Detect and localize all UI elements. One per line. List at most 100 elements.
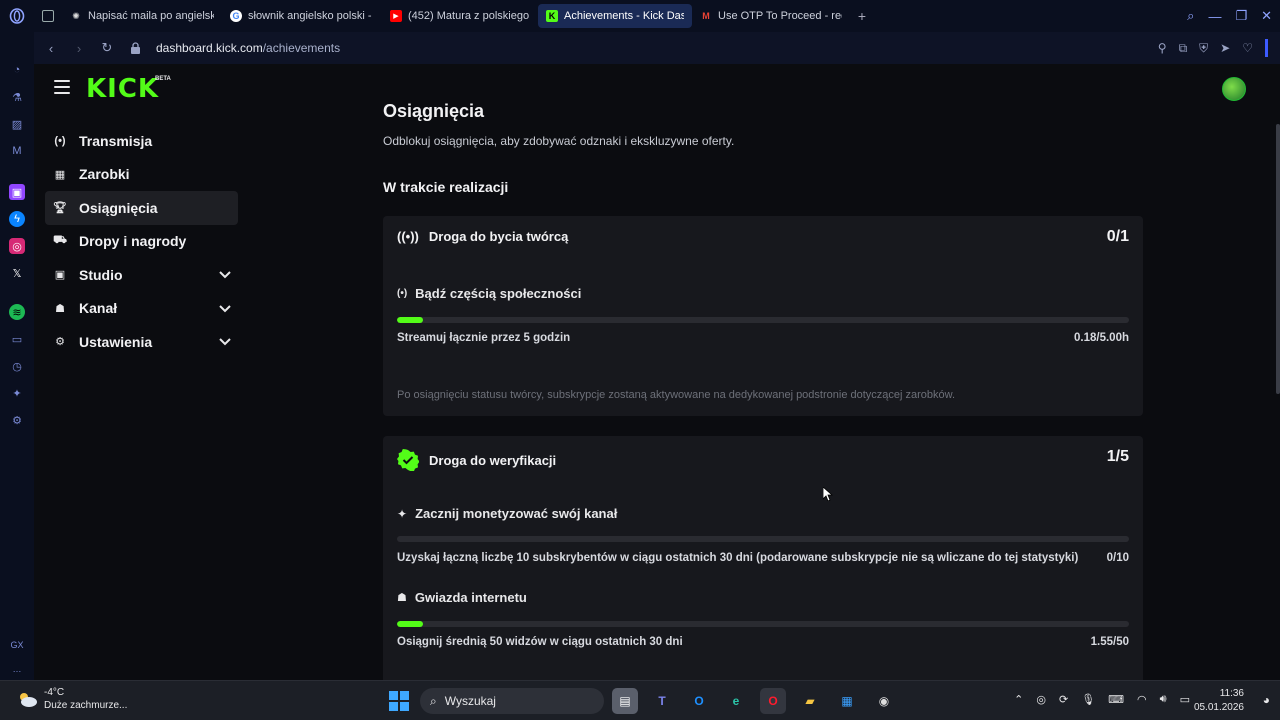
- shield-icon[interactable]: ⛨: [1199, 41, 1208, 56]
- files-icon[interactable]: ▤: [612, 688, 638, 714]
- ai-tools-icon[interactable]: ⚗: [9, 89, 25, 105]
- kick-logo[interactable]: KICK: [86, 74, 159, 104]
- address-bar: ‹ › ↻ dashboard.kick.com/achievements ⚲ …: [34, 32, 1280, 64]
- maximize-icon[interactable]: ❐: [1235, 8, 1247, 24]
- x-icon[interactable]: 𝕏: [9, 265, 25, 281]
- opera-menu-icon[interactable]: [0, 0, 34, 32]
- gmail-icon: M: [702, 11, 710, 21]
- gx-icon[interactable]: GX: [10, 640, 23, 650]
- sidebar-item-osiagniecia[interactable]: 🏆︎ Osiągnięcia: [45, 191, 238, 225]
- sidebar-toggle-icon[interactable]: [1265, 39, 1268, 57]
- sidebar-item-dropy[interactable]: ⛟ Dropy i nagrody: [45, 225, 238, 259]
- wifi-icon[interactable]: ◠: [1137, 693, 1147, 706]
- chevron-down-icon[interactable]: [218, 267, 232, 281]
- opera-tray-icon[interactable]: ◎: [1036, 693, 1046, 706]
- browser-tab-bar: ✺ Napisać maila po angielsk G słownik an…: [0, 0, 1280, 32]
- outlook-icon[interactable]: O: [686, 688, 712, 714]
- back-icon[interactable]: ‹: [40, 37, 62, 59]
- obs-icon[interactable]: ◉: [871, 688, 897, 714]
- chevron-down-icon[interactable]: [218, 334, 232, 348]
- messenger-icon[interactable]: ϟ: [9, 211, 25, 227]
- twitch-icon[interactable]: ▣: [9, 184, 25, 200]
- windows-taskbar: -4°C Duże zachmurze... ⌕ Wyszukaj ▤ T O …: [0, 680, 1280, 720]
- settings-gear-icon[interactable]: ⚙: [9, 412, 25, 428]
- sidebar-item-kanal[interactable]: ☗ Kanał: [45, 292, 238, 326]
- send-icon[interactable]: ➤: [1220, 41, 1230, 55]
- snapshot-icon[interactable]: ⧉: [1179, 41, 1188, 56]
- weather-widget[interactable]: -4°C Duże zachmurze...: [16, 686, 127, 712]
- weather-desc: Duże zachmurze...: [44, 700, 128, 711]
- kick-topbar: KICK BETA: [34, 64, 1280, 114]
- card-title: Droga do bycia twórcą: [428, 229, 569, 244]
- tab-label: słownik angielsko polski -: [248, 10, 372, 22]
- pin-icon[interactable]: ⚲: [1158, 41, 1167, 55]
- battery-icon[interactable]: ▭: [1180, 693, 1190, 706]
- instagram-icon[interactable]: ◎: [9, 238, 25, 254]
- close-icon[interactable]: ✕: [1261, 8, 1272, 24]
- tab-chatgpt[interactable]: ✺ Napisać maila po angielsk: [62, 4, 222, 28]
- search-tabs-icon[interactable]: ⌕: [1187, 8, 1194, 24]
- reload-icon[interactable]: ↻: [96, 37, 118, 59]
- store-icon[interactable]: ▦: [834, 688, 860, 714]
- section-title: W trakcie realizacji: [383, 179, 509, 195]
- edge-icon[interactable]: e: [723, 688, 749, 714]
- tab-dictionary[interactable]: G słownik angielsko polski -: [222, 4, 382, 28]
- url-field[interactable]: dashboard.kick.com/achievements: [156, 41, 340, 55]
- opera-icon[interactable]: O: [760, 688, 786, 714]
- teams-icon[interactable]: T: [649, 688, 675, 714]
- broadcast-icon: (•): [54, 134, 66, 147]
- tab-label: (452) Matura z polskiego: [408, 10, 530, 22]
- tab-youtube[interactable]: ▶ (452) Matura z polskiego: [382, 4, 538, 28]
- task-value: 0/10: [1106, 552, 1129, 564]
- more-icon[interactable]: …: [13, 664, 22, 674]
- sidebar-item-label: Kanał: [79, 300, 118, 317]
- extension-m-icon[interactable]: M: [9, 143, 25, 159]
- sidebar-item-zarobki[interactable]: ▦ Zarobki: [45, 158, 238, 192]
- kick-dashboard: KICK BETA (•) Transmisja ▦ Zarobki 🏆︎ Os…: [34, 64, 1280, 680]
- spotify-icon[interactable]: ≋: [9, 304, 25, 320]
- taskbar-clock[interactable]: 11:36 05.01.2026: [1194, 687, 1244, 715]
- notifications-icon[interactable]: ◕: [1263, 693, 1270, 707]
- tab-kick-achievements[interactable]: K Achievements - Kick Dash: [538, 4, 692, 28]
- task-title: (•) Bądź częścią społeczności: [397, 286, 581, 301]
- progress-bar: [397, 536, 1129, 542]
- wallet-icon[interactable]: ▭: [9, 331, 25, 347]
- sync-icon[interactable]: ⟳: [1059, 693, 1068, 706]
- page-scrollbar[interactable]: [1276, 64, 1280, 680]
- history-icon[interactable]: ◷: [9, 358, 25, 374]
- chevron-down-icon[interactable]: [218, 301, 232, 315]
- chevron-up-icon[interactable]: ⌃: [1014, 693, 1023, 706]
- extensions-icon[interactable]: ✦: [9, 385, 25, 401]
- dashboard-sidebar: (•) Transmisja ▦ Zarobki 🏆︎ Osiągnięcia …: [45, 124, 238, 359]
- hamburger-menu-icon[interactable]: [54, 80, 70, 94]
- tab-gmail[interactable]: M Use OTP To Proceed - req: [692, 4, 850, 28]
- explorer-icon[interactable]: ▰: [797, 688, 823, 714]
- volume-icon[interactable]: 🔊︎: [1160, 693, 1167, 706]
- sparkle-icon: ✦: [397, 506, 408, 521]
- page-title: Osiągnięcia: [383, 101, 485, 121]
- heart-icon[interactable]: ♡: [1242, 41, 1253, 55]
- mic-icon[interactable]: 🎙︎: [1081, 693, 1095, 706]
- new-tab-button[interactable]: +: [850, 4, 874, 28]
- sidebar-item-studio[interactable]: ▣ Studio: [45, 258, 238, 292]
- card-title: Droga do weryfikacji: [429, 452, 557, 468]
- kick-icon: K: [546, 10, 558, 22]
- windows-start-icon[interactable]: [389, 691, 409, 711]
- pinboards-icon[interactable]: ▨: [9, 116, 25, 132]
- aria-icon[interactable]: ◔: [9, 62, 25, 78]
- user-avatar[interactable]: [1222, 77, 1246, 101]
- url-path: /achievements: [262, 41, 341, 55]
- cloud-sun-icon: [20, 693, 37, 707]
- task-title-text: Zacznij monetyzować swój kanał: [415, 506, 618, 521]
- sidebar-item-transmisja[interactable]: (•) Transmisja: [45, 124, 238, 158]
- tab-workspaces-icon[interactable]: [34, 4, 62, 28]
- verified-badge-icon: [397, 449, 419, 471]
- sidebar-item-label: Ustawienia: [79, 333, 153, 350]
- keyboard-icon[interactable]: ⌨: [1108, 693, 1124, 706]
- minimize-icon[interactable]: —: [1208, 9, 1221, 24]
- achievement-card-verification: Droga do weryfikacji 1/5 ✦ Zacznij monet…: [383, 436, 1143, 680]
- taskbar-search[interactable]: ⌕ Wyszukaj: [420, 688, 604, 714]
- forward-icon[interactable]: ›: [68, 37, 90, 59]
- sidebar-item-ustawienia[interactable]: ⚙ Ustawienia: [45, 325, 238, 359]
- search-placeholder: Wyszukaj: [444, 694, 496, 708]
